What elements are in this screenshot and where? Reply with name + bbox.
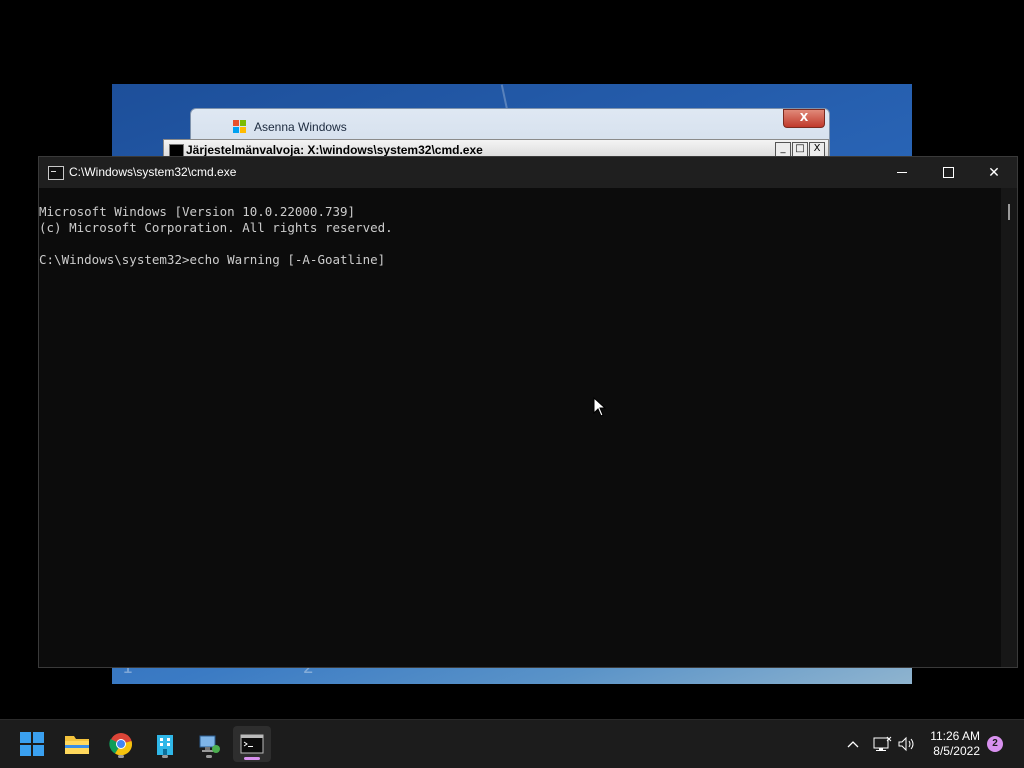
file-explorer-button[interactable]	[61, 728, 93, 760]
speaker-icon	[898, 736, 914, 752]
building-icon	[157, 735, 173, 755]
chrome-icon	[109, 733, 133, 756]
mouse-pointer-icon	[593, 397, 607, 417]
folder-icon	[65, 736, 89, 754]
clock-time: 11:26 AM	[930, 729, 980, 743]
cmd-window-title: C:\Windows\system32\cmd.exe	[69, 165, 237, 179]
console-prompt-line: C:\Windows\system32>echo Warning [-A-Goa…	[39, 252, 386, 267]
admin-cmd-minimize-button[interactable]: _	[775, 142, 791, 157]
start-button[interactable]	[16, 728, 48, 760]
admin-cmd-title: Järjestelmänvalvoja: X:\windows\system32…	[186, 143, 483, 157]
minimize-icon	[897, 172, 907, 173]
close-button[interactable]: ✕	[971, 157, 1017, 188]
vertical-scrollbar[interactable]	[1001, 188, 1017, 667]
network-app-button[interactable]	[193, 728, 225, 760]
setup-close-button[interactable]: X	[783, 109, 825, 128]
running-indicator	[206, 755, 212, 758]
minimize-button[interactable]	[879, 157, 925, 188]
network-computer-icon	[199, 735, 220, 753]
clock-date: 8/5/2022	[933, 744, 980, 758]
console-output[interactable]: Microsoft Windows [Version 10.0.22000.73…	[39, 188, 1001, 667]
network-icon	[873, 736, 892, 751]
running-indicator	[162, 755, 168, 758]
building-app-button[interactable]	[149, 728, 181, 760]
taskbar: 11:26 AM 8/5/2022 2	[0, 719, 1024, 768]
chevron-up-icon	[847, 741, 859, 748]
running-indicator	[244, 757, 260, 760]
running-indicator	[118, 755, 124, 758]
chrome-button[interactable]	[105, 728, 137, 760]
console-line: Microsoft Windows [Version 10.0.22000.73…	[39, 204, 356, 219]
maximize-button[interactable]	[925, 157, 971, 188]
windows-logo-icon	[20, 732, 44, 756]
notification-badge[interactable]: 2	[987, 736, 1003, 752]
windows-flag-icon	[233, 120, 246, 133]
show-hidden-icons-button[interactable]	[845, 720, 861, 768]
volume-button[interactable]	[897, 720, 917, 768]
scrollbar-thumb[interactable]	[1008, 204, 1010, 220]
terminal-icon	[240, 734, 264, 754]
maximize-icon	[942, 167, 954, 178]
setup-window-title: Asenna Windows	[254, 120, 347, 134]
clock[interactable]: 11:26 AM 8/5/2022	[930, 729, 980, 759]
cmd-app-icon[interactable]	[48, 166, 64, 180]
cmd-titlebar[interactable]: C:\Windows\system32\cmd.exe ✕	[39, 157, 1017, 188]
close-icon: ✕	[988, 164, 1000, 181]
terminal-button[interactable]	[233, 726, 271, 762]
network-status-button[interactable]	[872, 720, 892, 768]
admin-cmd-close-button[interactable]: X	[809, 142, 825, 157]
console-line: (c) Microsoft Corporation. All rights re…	[39, 220, 393, 235]
cmd-window[interactable]: C:\Windows\system32\cmd.exe ✕ Microsoft …	[38, 156, 1018, 668]
admin-cmd-maximize-button[interactable]: □	[792, 142, 808, 157]
